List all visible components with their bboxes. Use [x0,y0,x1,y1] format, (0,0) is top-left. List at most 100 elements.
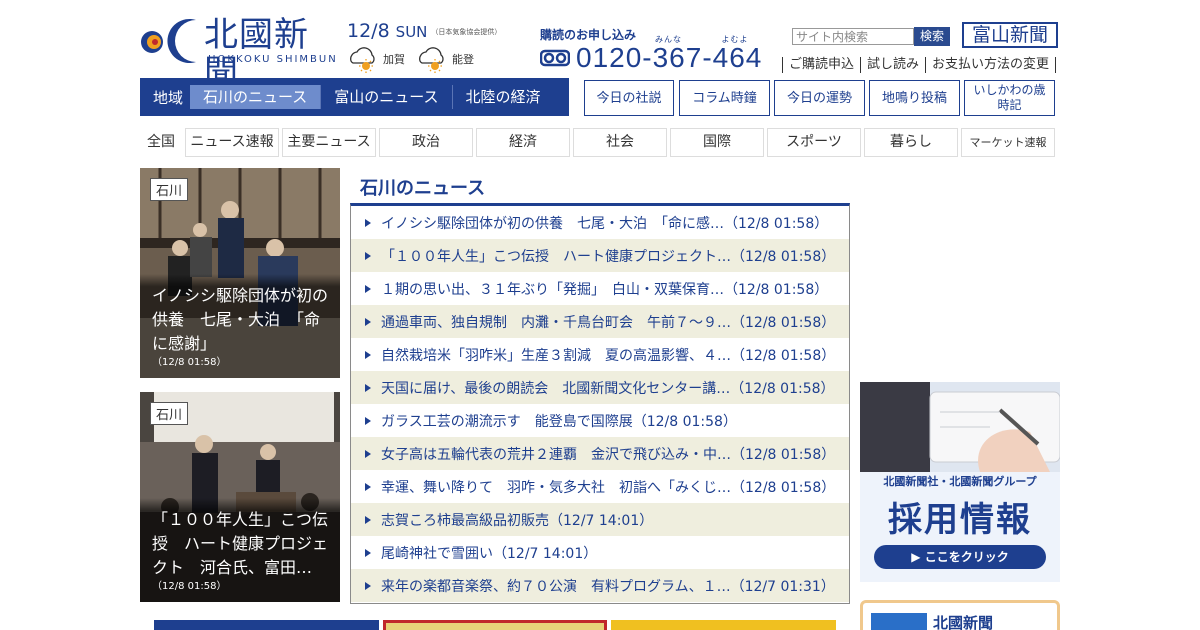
weather-area-label: 加賀 [383,53,405,66]
arrow-icon [365,449,371,458]
bottom-ad-label: 北國新聞 [933,614,994,630]
column-jisho-button[interactable]: コラム時鐘 [679,80,770,116]
category-politics[interactable]: 政治 [379,128,473,157]
category-all[interactable]: 全国 [140,128,182,157]
category-life[interactable]: 暮らし [864,128,958,157]
news-headline: 志賀ころ柿最高級品初販売（12/7 14:01） [381,512,654,529]
feature-headline: 「１００年人生」こつ伝授 ハート健康プロジェクト 河合氏、富田… [152,510,329,577]
arrow-icon [365,383,371,392]
recruit-click-button[interactable]: ▶ ここをクリック [874,545,1046,569]
arrow-icon [365,317,371,326]
weather-kaga: 加賀 [347,44,405,74]
news-item[interactable]: 尾崎神社で雪囲い（12/7 14:01） [351,536,849,569]
horoscope-button[interactable]: 今日の運勢 [774,80,865,116]
sunny-cloudy-icon [350,47,375,73]
region-label: 地域 [152,88,183,107]
date-text: 12/8 [347,20,390,42]
promo-banner[interactable] [154,620,379,630]
arrow-icon [365,548,371,557]
category-main[interactable]: 主要ニュース [282,128,376,157]
news-item[interactable]: 志賀ころ柿最高級品初販売（12/7 14:01） [351,503,849,536]
feature-timestamp: （12/8 01:58） [152,357,227,368]
weekday-text: SUN [395,23,428,41]
arrow-icon [365,251,371,260]
subscription-title: 購読のお申し込み [540,28,637,42]
news-headline: 女子高は五輪代表の荒井２連覇 金沢で飛び込み・中…（12/8 01:58） [381,446,836,463]
feature-caption: イノシシ駆除団体が初の供養 七尾・大泊 「命に感謝」 （12/8 01:58） [140,274,340,378]
feature-card[interactable]: 石川 イノシシ駆除団体が初の供養 七尾・大泊 「命に感謝」 （12/8 01:5… [140,168,340,378]
region-badge: 石川 [150,178,189,201]
news-item[interactable]: 幸運、舞い降りて 羽咋・気多大社 初詣へ「みくじ…（12/8 01:58） [351,470,849,503]
news-headline: 幸運、舞い降りて 羽咋・気多大社 初詣へ「みくじ…（12/8 01:58） [381,479,836,496]
recruit-org: 北國新聞社・北國新聞グループ [883,475,1037,488]
news-section-title: 石川のニュース [360,178,486,199]
weather-noto: 能登 [416,44,474,74]
arrow-icon [365,482,371,491]
news-item[interactable]: ガラス工芸の潮流示す 能登島で国際展（12/8 01:58） [351,404,849,437]
arrow-icon [365,416,371,425]
tab-ishikawa-news[interactable]: 石川のニュース [190,85,322,109]
feature-card[interactable]: 石川 「１００年人生」こつ伝授 ハート健康プロジェクト 河合氏、富田… （12/… [140,392,340,602]
news-item[interactable]: イノシシ駆除団体が初の供養 七尾・大泊 「命に感…（12/8 01:58） [351,206,849,239]
news-headline: イノシシ駆除団体が初の供養 七尾・大泊 「命に感…（12/8 01:58） [381,215,829,232]
promo-banner[interactable] [611,620,836,630]
news-item[interactable]: 自然栽培米「羽咋米」生産３割減 夏の高温影響、４…（12/8 01:58） [351,338,849,371]
category-nav: 全国 ニュース速報 主要ニュース 政治 経済 社会 国際 スポーツ 暮らし マー… [140,128,1055,157]
arrow-icon [365,218,371,227]
news-headline: 天国に届け、最後の朗読会 北國新聞文化センター講…（12/8 01:58） [381,380,835,397]
promo-banner[interactable] [383,620,607,630]
link-payment[interactable]: お支払い方法の変更 [925,57,1057,73]
freedial-icon [540,49,570,67]
news-item[interactable]: 「１００年人生」こつ伝授 ハート健康プロジェクト…（12/8 01:58） [351,239,849,272]
hand-with-pen-illustration [860,382,1060,472]
sunny-cloudy-icon [419,47,444,73]
region-badge: 石川 [150,402,189,425]
category-society[interactable]: 社会 [573,128,667,157]
toyama-shimbun-link[interactable]: 富山新聞 [962,22,1058,48]
recruit-banner[interactable]: 北國新聞社・北國新聞グループ 採用情報 ▶ ここをクリック [860,382,1060,582]
subscription-phone[interactable]: 0120-367-464 [540,42,762,74]
hokkoku-app-banner[interactable]: 北國新聞 [860,600,1060,630]
feature-caption: 「１００年人生」こつ伝授 ハート健康プロジェクト 河合氏、富田… （12/8 0… [140,498,340,602]
arrow-icon [365,284,371,293]
news-item[interactable]: 来年の楽都音楽祭、約７０公演 有料プログラム、１…（12/7 01:31） [351,569,849,602]
seasonal-calendar-button[interactable]: いしかわの歳時記 [964,80,1055,116]
news-list: イノシシ駆除団体が初の供養 七尾・大泊 「命に感…（12/8 01:58） 「１… [350,203,850,604]
news-headline: １期の思い出、３１年ぶり「発掘」 白山・双葉保育…（12/8 01:58） [381,281,829,298]
news-item[interactable]: 女子高は五輪代表の荒井２連覇 金沢で飛び込み・中…（12/8 01:58） [351,437,849,470]
category-economy[interactable]: 経済 [476,128,570,157]
link-subscribe[interactable]: ご購読申込 [782,57,860,73]
weather-source[interactable]: （日本気象協会提供） [431,28,501,36]
link-trial[interactable]: 試し読み [860,57,925,73]
logo-mark-icon [141,19,196,64]
recruit-title: 採用情報 [888,500,1032,540]
news-headline: 来年の楽都音楽祭、約７０公演 有料プログラム、１…（12/7 01:31） [381,578,835,595]
site-logo[interactable]: 北國新聞 HOKKOKU SHIMBUN [140,14,340,92]
logo-romaji: HOKKOKU SHIMBUN [208,54,338,65]
news-item[interactable]: 天国に届け、最後の朗読会 北國新聞文化センター講…（12/8 01:58） [351,371,849,404]
reader-post-button[interactable]: 地鳴り投稿 [869,80,960,116]
arrow-icon [365,581,371,590]
category-market[interactable]: マーケット速報 [961,128,1055,157]
weather-area-label: 能登 [452,53,474,66]
category-sports[interactable]: スポーツ [767,128,861,157]
category-breaking[interactable]: ニュース速報 [185,128,279,157]
region-nav: 地域 石川のニュース 富山のニュース 北陸の経済 [140,78,569,116]
arrow-icon [365,515,371,524]
news-headline: 尾崎神社で雪囲い（12/7 14:01） [381,545,598,562]
news-item[interactable]: 通過車両、独自規制 内灘・千鳥台町会 午前７～９…（12/8 01:58） [351,305,849,338]
search-input[interactable] [792,28,914,45]
editorial-button[interactable]: 今日の社説 [584,80,674,116]
search-button[interactable]: 検索 [914,27,950,46]
news-item[interactable]: １期の思い出、３１年ぶり「発掘」 白山・双葉保育…（12/8 01:58） [351,272,849,305]
current-date: 12/8 SUN （日本気象協会提供） [347,20,501,42]
feature-timestamp: （12/8 01:58） [152,581,227,592]
arrow-icon [365,350,371,359]
category-international[interactable]: 国際 [670,128,764,157]
news-headline: 通過車両、独自規制 内灘・千鳥台町会 午前７～９…（12/8 01:58） [381,314,836,331]
tab-toyama-news[interactable]: 富山のニュース [321,85,453,109]
newspaper-logo-icon [871,613,927,630]
feature-headline: イノシシ駆除団体が初の供養 七尾・大泊 「命に感謝」 [152,286,329,353]
news-headline: 「１００年人生」こつ伝授 ハート健康プロジェクト…（12/8 01:58） [381,248,836,265]
tab-hokuriku-economy[interactable]: 北陸の経済 [453,85,554,109]
